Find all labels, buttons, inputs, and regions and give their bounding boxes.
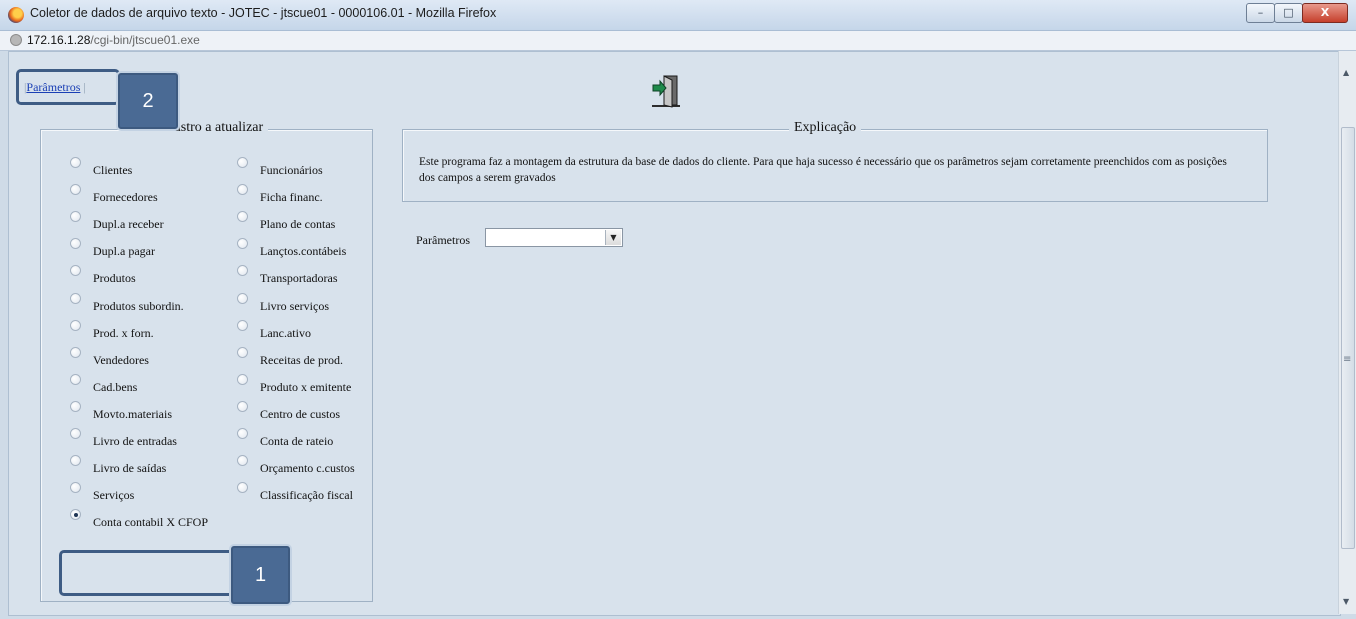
radio-col2-9[interactable] — [237, 400, 248, 412]
parametros-label: Parâmetros — [416, 233, 470, 247]
explicacao-fieldset: Explicação Este programa faz a montagem … — [402, 120, 1268, 202]
radio-col2-6[interactable] — [237, 319, 248, 331]
vertical-scrollbar[interactable]: ▲ ≡ ▼ — [1338, 51, 1356, 614]
grip-icon: ≡ — [1343, 354, 1352, 365]
option-label[interactable]: Classificação fiscal — [260, 488, 353, 503]
option-label[interactable]: Conta de rateio — [260, 434, 333, 449]
option-label[interactable]: Movto.materiais — [93, 407, 172, 422]
option-label[interactable]: Livro de saídas — [93, 461, 166, 476]
explicacao-legend: Explicação — [789, 120, 862, 136]
radio-col1-0[interactable] — [70, 157, 81, 168]
radio-col2-8[interactable] — [237, 373, 248, 385]
minimize-button[interactable]: – — [1246, 3, 1275, 23]
address-text[interactable]: 172.16.1.28/cgi-bin/jtscue01.exe — [27, 33, 200, 47]
option-label[interactable]: Cad.bens — [93, 380, 137, 395]
option-label[interactable]: Receitas de prod. — [260, 353, 343, 368]
option-label[interactable]: Funcionários — [260, 163, 323, 178]
window-title: Coletor de dados de arquivo texto - JOTE… — [30, 6, 497, 20]
explicacao-text: Este programa faz a montagem da estrutur… — [419, 156, 1227, 184]
window-titlebar: Coletor de dados de arquivo texto - JOTE… — [0, 0, 1356, 31]
option-label[interactable]: Fornecedores — [93, 190, 158, 205]
radio-col2-5[interactable] — [237, 292, 248, 304]
option-label[interactable]: Dupl.a pagar — [93, 244, 155, 259]
window-controls: – □ X — [1246, 3, 1348, 23]
exit-icon[interactable] — [651, 74, 681, 108]
option-label[interactable]: Livro serviços — [260, 299, 329, 314]
option-label[interactable]: Transportadoras — [260, 271, 338, 286]
callout-1: 1 — [231, 546, 290, 604]
globe-icon — [10, 34, 22, 46]
chevron-down-icon[interactable]: ▼ — [605, 230, 621, 245]
radio-col1-5[interactable] — [70, 292, 81, 304]
radio-col2-10[interactable] — [237, 428, 248, 439]
firefox-icon — [8, 7, 24, 23]
address-path: /cgi-bin/jtscue01.exe — [90, 33, 200, 47]
option-label[interactable]: Lanc.ativo — [260, 326, 311, 341]
option-label[interactable]: Dupl.a receber — [93, 217, 164, 232]
address-bar[interactable]: 172.16.1.28/cgi-bin/jtscue01.exe — [0, 31, 1356, 51]
option-label[interactable]: Ficha financ. — [260, 190, 323, 205]
option-label[interactable]: Centro de custos — [260, 407, 340, 422]
option-label[interactable]: Plano de contas — [260, 217, 335, 232]
highlight-box-2 — [16, 69, 120, 105]
radio-col1-9[interactable] — [70, 400, 81, 412]
option-label[interactable]: Produtos — [93, 271, 136, 286]
option-label[interactable]: Produto x emitente — [260, 380, 351, 395]
option-label[interactable]: Serviços — [93, 488, 134, 503]
option-label[interactable]: Clientes — [93, 163, 132, 178]
option-label[interactable]: Produtos subordin. — [93, 299, 184, 314]
option-label[interactable]: Lançtos.contábeis — [260, 244, 346, 259]
scrollbar-thumb[interactable] — [1341, 127, 1355, 549]
option-label[interactable]: Vendedores — [93, 353, 149, 368]
address-host: 172.16.1.28 — [27, 33, 91, 47]
scroll-up-icon[interactable]: ▲ — [1343, 68, 1349, 77]
highlight-box-1 — [59, 550, 234, 596]
parametros-select[interactable]: ▼ — [485, 228, 623, 247]
option-label[interactable]: Livro de entradas — [93, 434, 177, 449]
radio-col1-8[interactable] — [70, 373, 81, 385]
radio-col2-7[interactable] — [237, 346, 248, 358]
radio-col2-0[interactable] — [237, 157, 248, 168]
radio-col1-7[interactable] — [70, 346, 81, 358]
close-button[interactable]: X — [1302, 3, 1348, 23]
callout-2: 2 — [118, 73, 178, 129]
maximize-button[interactable]: □ — [1274, 3, 1303, 23]
option-label[interactable]: Orçamento c.custos — [260, 461, 355, 476]
scroll-down-icon[interactable]: ▼ — [1343, 597, 1349, 606]
radio-col1-10[interactable] — [70, 428, 81, 439]
option-label[interactable]: Prod. x forn. — [93, 326, 154, 341]
radio-col1-6[interactable] — [70, 319, 81, 331]
option-label[interactable]: Conta contabil X CFOP — [93, 515, 208, 530]
